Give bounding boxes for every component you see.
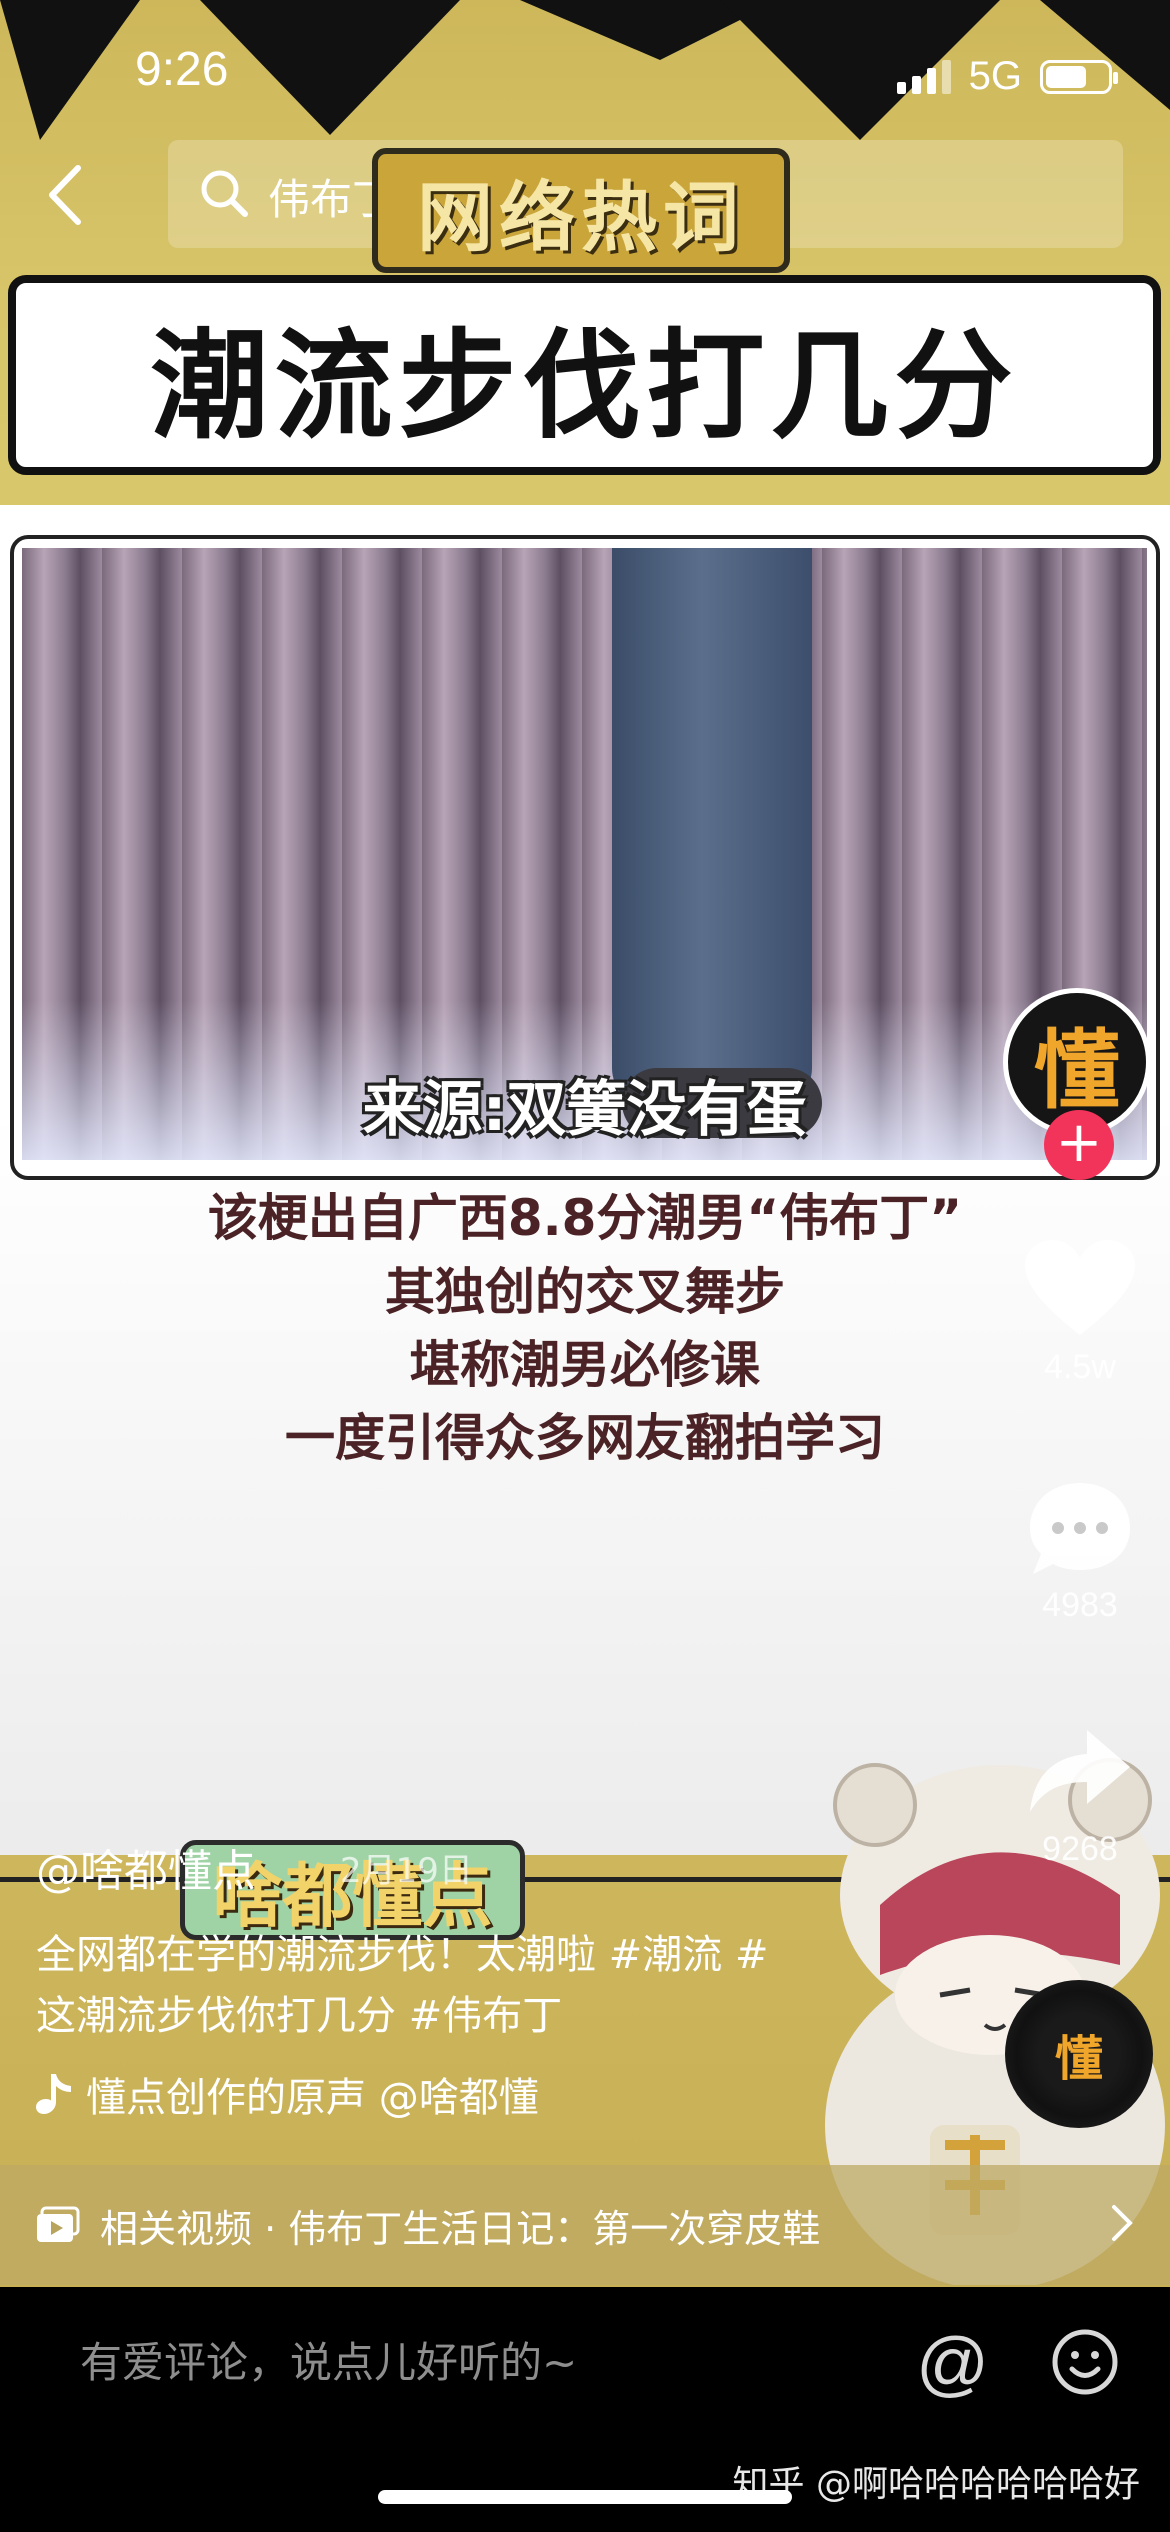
search-icon [201, 170, 248, 217]
emoji-icon[interactable] [1050, 2327, 1120, 2397]
share-button[interactable]: 9268 [1015, 1722, 1145, 1869]
related-video-title: 相关视频 · 伟布丁生活日记：第一次穿皮鞋 [100, 2206, 821, 2251]
hot-word-tag: 网络热词 [372, 148, 790, 273]
subtitle-line: 一度引得众多网友翻拍学习 [285, 1409, 885, 1467]
video-icon [37, 2206, 80, 2242]
like-button[interactable]: 4.5w [1015, 1240, 1145, 1387]
comment-icon [1030, 1483, 1130, 1574]
related-video-bar[interactable]: 相关视频 · 伟布丁生活日记：第一次穿皮鞋 [0, 2165, 1170, 2285]
watermark: 知乎 @啊哈哈哈哈哈哈好 [732, 2464, 1140, 2505]
comment-input[interactable]: 有爱评论，说点儿好听的~ [80, 2329, 577, 2390]
mention-button[interactable]: @ [916, 2323, 989, 2405]
follow-button[interactable]: + [1044, 1110, 1114, 1180]
music-disc[interactable]: 懂 [1005, 1980, 1153, 2128]
music-note-icon [36, 2074, 71, 2114]
subtitle-line: 堪称潮男必修课 [410, 1336, 760, 1394]
music-disc-cover: 懂 [1040, 2015, 1118, 2093]
share-icon [1030, 1730, 1130, 1812]
comment-count: 4983 [1042, 1586, 1118, 1624]
back-icon [49, 165, 81, 225]
home-indicator [378, 2490, 792, 2504]
cellular-signal-icon [896, 59, 951, 94]
video-subject [612, 548, 812, 1108]
subtitle-line: 其独创的交叉舞步 [385, 1263, 785, 1321]
comment-button[interactable]: 4983 [1015, 1478, 1145, 1625]
heart-icon [1025, 1240, 1135, 1335]
subtitle-line: 该梗出自广西8.8分潮男“伟布丁” [207, 1189, 963, 1247]
author-name[interactable]: @啥都懂点 [36, 1835, 256, 1899]
network-type: 5G [968, 54, 1022, 98]
post-date: 2月19日 [340, 1851, 473, 1891]
video-title-banner: 潮流步伐打几分 [8, 275, 1161, 475]
chevron-right-icon [1112, 2205, 1133, 2241]
video-player[interactable]: 来源:双簧没有蛋 [22, 548, 1147, 1160]
like-count: 4.5w [1044, 1348, 1116, 1386]
post-description[interactable]: 这潮流步伐你打几分 #伟布丁 [36, 1983, 856, 2041]
video-source-caption: 来源:双簧没有蛋 [362, 1075, 807, 1145]
post-description[interactable]: 全网都在学的潮流步伐！太潮啦 #潮流 # [36, 1922, 856, 1980]
share-count: 9268 [1042, 1830, 1118, 1868]
music-title: 懂点创作的原声 @啥都懂 [86, 2075, 539, 2121]
back-button[interactable] [40, 160, 100, 240]
music-info[interactable]: 懂点创作的原声 @啥都懂 [36, 2065, 666, 2123]
video-post-screen: 9:26 5G 伟布丁 网络热词 潮流步伐打几分 来源:双簧没有蛋 该梗出自广西… [0, 0, 1170, 2532]
status-time: 9:26 [135, 43, 229, 96]
battery-icon [1040, 59, 1118, 94]
status-indicators: 5G [896, 54, 1118, 99]
